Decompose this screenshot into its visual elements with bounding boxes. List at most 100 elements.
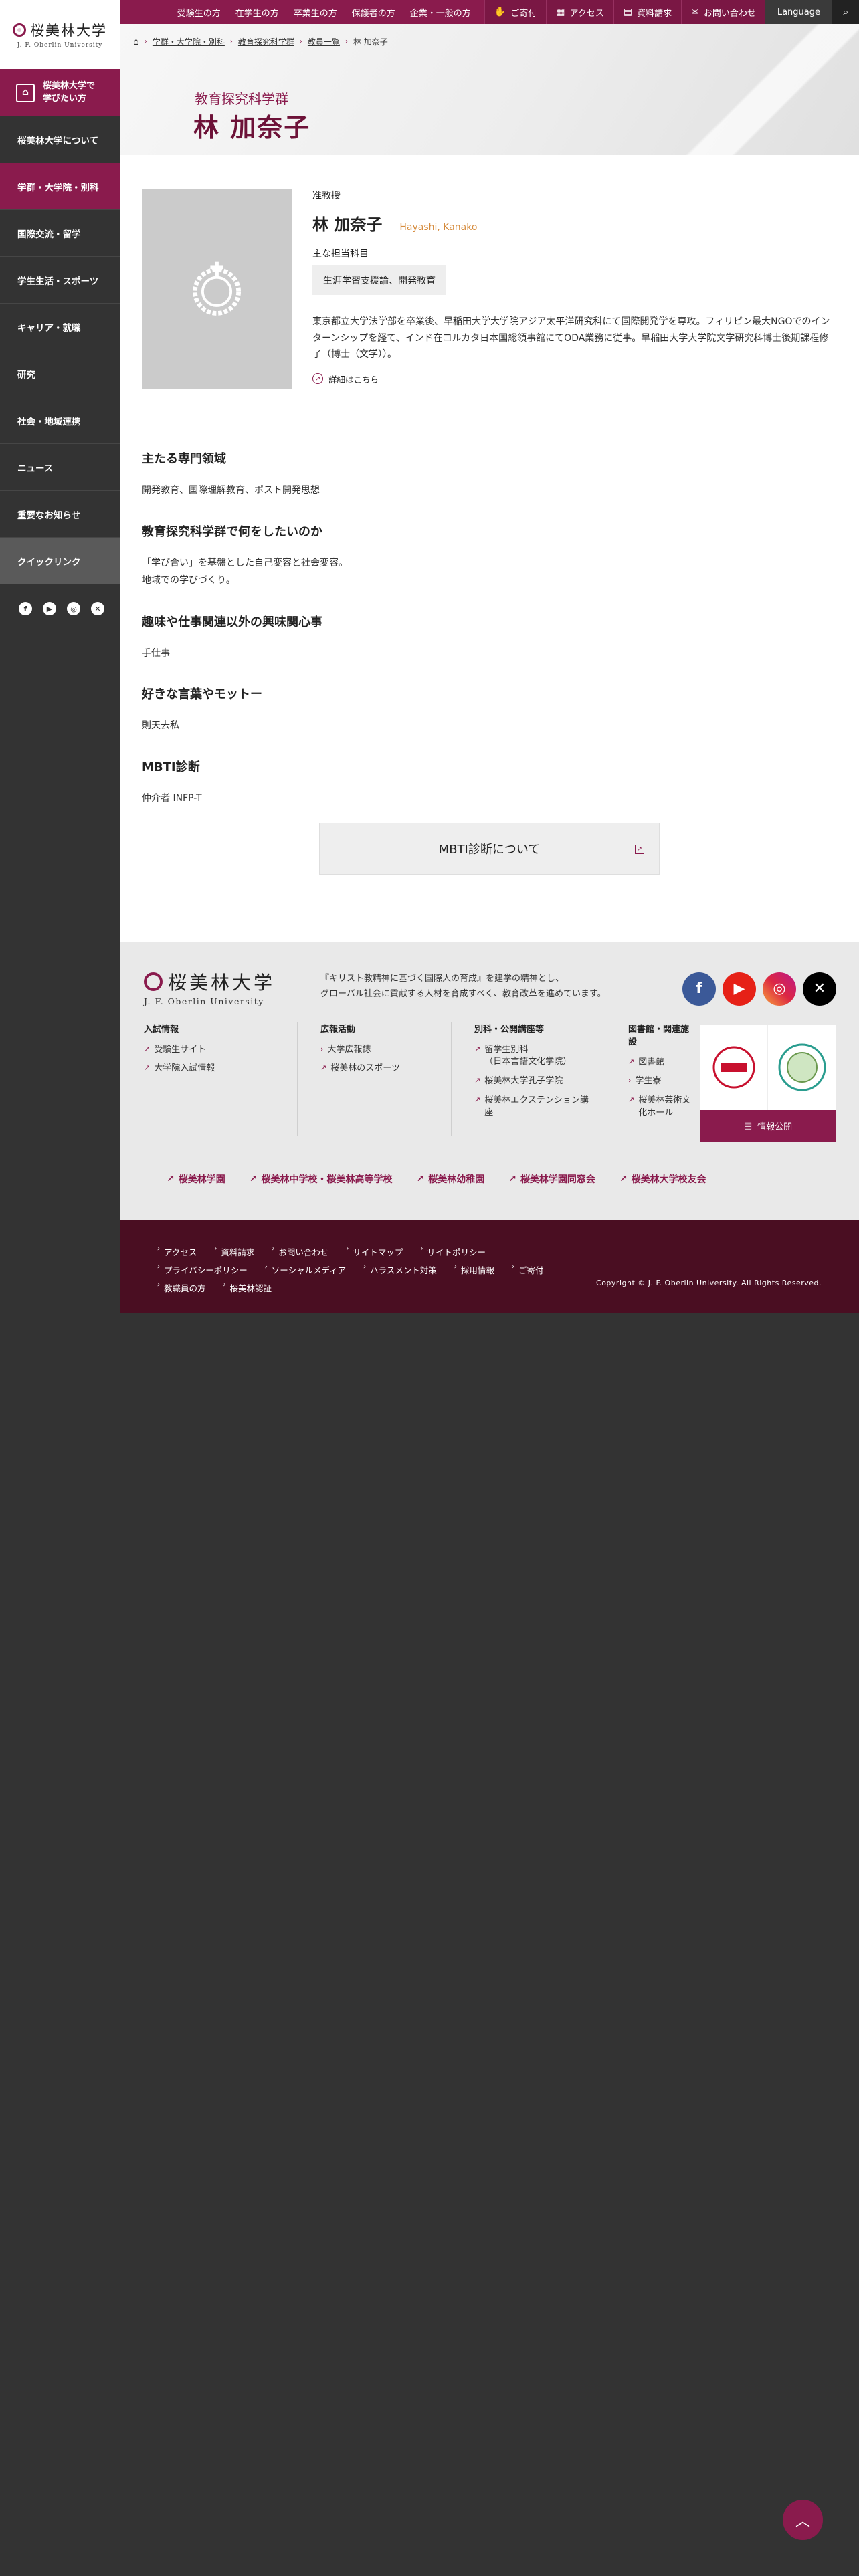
footer-link[interactable]: ↗ 桜美林芸術文化ホール (628, 1095, 695, 1120)
sidebar-item-international[interactable]: 国際交流・留学 (0, 210, 120, 257)
chevron-right-icon: › (628, 1076, 632, 1085)
sidebar-item-notices[interactable]: 重要なお知らせ (0, 491, 120, 538)
group-link[interactable]: ↗ 桜美林学園 (167, 1172, 225, 1186)
home-icon[interactable]: ⌂ (133, 37, 139, 47)
chevron-right-icon: › (214, 1245, 217, 1253)
wreath-emblem-icon (193, 261, 241, 316)
external-link-icon: ↗ (474, 1095, 481, 1105)
chevron-right-icon: › (420, 1245, 423, 1253)
sidebar-feature-prospective[interactable]: ⌂ 桜美林大学で 学びたい方 (0, 69, 120, 116)
footer-columns: 入試情報 ↗ 受験生サイト ↗ 大学院入試情報 広報活動 › 大学広報誌 ↗ 桜美林のス… (144, 1021, 706, 1136)
sidebar-item-news[interactable]: ニュース (0, 444, 120, 491)
nav-corporate[interactable]: 企業・一般の方 (410, 6, 471, 19)
mbti-about-button[interactable]: MBTI診断について ↗ (319, 822, 660, 875)
nav-parents[interactable]: 保護者の方 (352, 6, 395, 19)
faculty-name: 林 加奈子 (312, 215, 383, 234)
section-specialty: 主たる専門領域 開発教育、国際理解教育、ポスト開発思想 (142, 449, 859, 500)
donate-link[interactable]: ✋ ご寄付 (484, 0, 546, 24)
page-title: 林 加奈子 (193, 113, 311, 142)
detail-link[interactable]: ↗ 詳細はこちら (312, 372, 834, 385)
bottom-link[interactable]: › 教職員の方 (157, 1281, 206, 1294)
logo-mark-icon (144, 972, 163, 991)
copyright: Copyright © J. F. Oberlin University. Al… (596, 1278, 822, 1287)
search-icon[interactable]: ⌕ (832, 0, 859, 24)
sidebar-item-student-life[interactable]: 学生生活・スポーツ (0, 257, 120, 304)
chevron-right-icon: › (157, 1263, 160, 1271)
sidebar-item-faculties[interactable]: 学群・大学院・別科 (0, 163, 120, 210)
sidebar-item-about[interactable]: 桜美林大学について (0, 116, 120, 163)
sidebar-item-quicklinks[interactable]: クイックリンク (0, 538, 120, 584)
bottom-link[interactable]: › アクセス (157, 1245, 197, 1258)
back-to-top-button[interactable]: ︿ (783, 2500, 823, 2540)
instagram-icon[interactable]: ◎ (67, 602, 80, 615)
sidebar-item-community[interactable]: 社会・地域連携 (0, 397, 120, 444)
breadcrumb-faculties[interactable]: 学群・大学院・別科 (153, 36, 225, 47)
subjects-box: 生涯学習支援論、開発教育 (312, 265, 446, 295)
footer-link[interactable]: ↗ 留学生別科 （日本言語文化学院） (474, 1044, 594, 1069)
footer-logo[interactable]: 桜美林大学 J. F. Oberlin University (144, 968, 275, 1006)
footer-link[interactable]: ↗ 桜美林エクステンション講座 (474, 1095, 594, 1120)
x-icon[interactable]: ✕ (91, 602, 104, 615)
external-link-icon: ↗ (312, 373, 323, 384)
facebook-icon[interactable]: f (682, 972, 716, 1006)
external-link-icon: ↗ (474, 1044, 481, 1053)
group-link[interactable]: ↗ 桜美林大学校友会 (619, 1172, 706, 1186)
breadcrumb-faculty-list[interactable]: 教員一覧 (308, 36, 340, 47)
chevron-right-icon: › (346, 1245, 349, 1253)
footer-col-courses: 別科・公開講座等 ↗ 留学生別科 （日本言語文化学院） ↗ 桜美林大学孔子学院 ↗ 桜… (452, 1021, 605, 1136)
request-link[interactable]: ▤ 資料請求 (613, 0, 681, 24)
bottom-link[interactable]: › お問い合わせ (272, 1245, 328, 1258)
section-body: 手仕事 (142, 647, 170, 659)
footer-link[interactable]: ↗ 桜美林のスポーツ (320, 1063, 440, 1075)
bottom-link[interactable]: › サイトポリシー (420, 1245, 486, 1258)
bottom-link[interactable]: › ハラスメント対策 (363, 1263, 437, 1276)
group-link[interactable]: ↗ 桜美林幼稚園 (416, 1172, 484, 1186)
group-link[interactable]: ↗ 桜美林中学校・桜美林高等学校 (250, 1172, 393, 1186)
footer-link[interactable]: ↗ 受験生サイト (144, 1044, 286, 1057)
footer-link[interactable]: ↗ 桜美林大学孔子学院 (474, 1075, 594, 1088)
footer-link[interactable]: › 学生寮 (628, 1075, 695, 1088)
chevron-right-icon: › (229, 38, 233, 45)
contact-link[interactable]: ✉ お問い合わせ (681, 0, 765, 24)
bottom-link[interactable]: › プライバシーポリシー (157, 1263, 248, 1276)
section-motto: 好きな言葉やモットー 則天去私 (142, 685, 859, 735)
nav-prospective[interactable]: 受験生の方 (177, 6, 221, 19)
nav-alumni[interactable]: 卒業生の方 (294, 6, 337, 19)
language-button[interactable]: Language (765, 0, 832, 24)
sidebar-item-research[interactable]: 研究 (0, 350, 120, 397)
bottom-link[interactable]: › 桜美林認証 (223, 1281, 272, 1294)
section-title: MBTI診断 (142, 760, 200, 774)
faculty-details: 主たる専門領域 開発教育、国際理解教育、ポスト開発思想 教育探究科学群で何をした… (120, 449, 859, 875)
section-mbti: MBTI診断 仲介者 INFP-T (142, 758, 859, 808)
bottom-link[interactable]: › サイトマップ (346, 1245, 403, 1258)
document-icon: ▤ (623, 7, 633, 17)
footer-bottom-links: › アクセス › 資料請求 › お問い合わせ › サイトマップ › サイトポリシー › プラ… (157, 1245, 572, 1294)
breadcrumb-department[interactable]: 教育探究科学群 (238, 36, 294, 47)
bottom-link[interactable]: › ご寄付 (512, 1263, 544, 1276)
instagram-icon[interactable]: ◎ (763, 972, 796, 1006)
mail-icon: ✉ (691, 7, 699, 17)
student-icon: ⌂ (16, 83, 35, 102)
chevron-right-icon: › (454, 1263, 457, 1271)
youtube-icon[interactable]: ▶ (43, 602, 56, 615)
breadcrumb-current: 林 加奈子 (353, 37, 388, 47)
facebook-icon[interactable]: f (19, 602, 32, 615)
info-disclosure-card[interactable]: ▤ 情報公開 (700, 1024, 836, 1142)
bottom-link[interactable]: › 採用情報 (454, 1263, 494, 1276)
faculty-bio: 東京都立大学法学部を卒業後、早稲田大学大学院アジア太平洋研究科にて国際開発学を専… (312, 316, 830, 360)
section-title: 趣味や仕事関連以外の興味関心事 (142, 615, 322, 629)
youtube-icon[interactable]: ▶ (723, 972, 756, 1006)
footer-link[interactable]: › 大学広報誌 (320, 1044, 440, 1057)
bottom-link[interactable]: › 資料請求 (214, 1245, 254, 1258)
sidebar-item-career[interactable]: キャリア・就職 (0, 304, 120, 350)
footer-link[interactable]: ↗ 大学院入試情報 (144, 1063, 286, 1075)
x-icon[interactable]: ✕ (803, 972, 836, 1006)
footer-link[interactable]: ↗ 図書館 (628, 1057, 695, 1069)
access-link[interactable]: ▦ アクセス (546, 0, 613, 24)
chevron-right-icon: › (320, 1044, 324, 1053)
group-link[interactable]: ↗ 桜美林学園同窓会 (508, 1172, 595, 1186)
accreditation-seal-logo (768, 1024, 836, 1110)
bottom-link[interactable]: › ソーシャルメディア (265, 1263, 346, 1276)
nav-current-students[interactable]: 在学生の方 (235, 6, 279, 19)
site-logo[interactable]: 桜美林大学 J. F. Oberlin University (0, 0, 120, 69)
